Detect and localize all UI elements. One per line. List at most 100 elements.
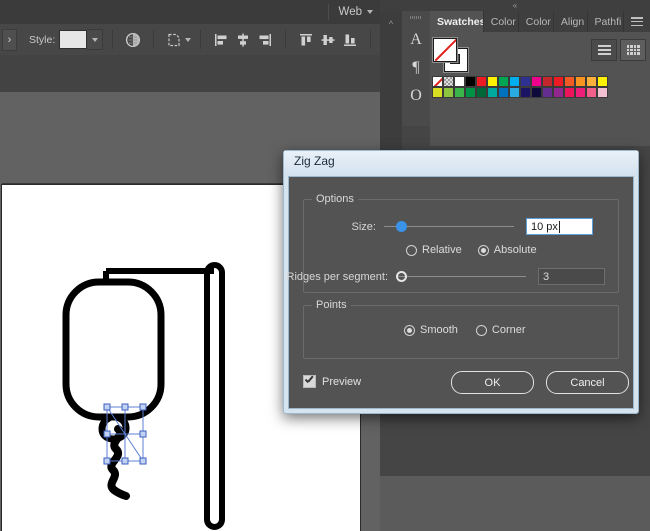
swatch-color[interactable] [597, 76, 608, 87]
swatches-panel-menu-button[interactable] [624, 11, 650, 32]
align-center-vertical-icon[interactable] [317, 30, 339, 50]
swatch-row [432, 76, 648, 87]
radio-selected-icon [478, 245, 489, 256]
panel-grip[interactable] [410, 16, 422, 19]
smooth-radio[interactable]: Smooth [404, 324, 458, 336]
swatch-color[interactable] [542, 87, 553, 98]
list-view-icon[interactable] [591, 39, 617, 61]
document-setup-control[interactable] [157, 24, 197, 55]
swatch-color[interactable] [454, 87, 465, 98]
size-slider-knob[interactable] [396, 221, 407, 232]
opentype-panel-icon[interactable]: O [410, 87, 422, 105]
paragraph-panel-icon[interactable]: ¶ [412, 59, 419, 77]
swatch-color[interactable] [564, 76, 575, 87]
tab-pathfinder[interactable]: Pathfi [588, 11, 624, 32]
align-left-icon[interactable] [210, 30, 232, 50]
ridges-row: Ridges per segment: 3 [304, 268, 616, 285]
tab-color-guide[interactable]: Color [519, 11, 554, 32]
ridges-slider[interactable] [396, 270, 526, 284]
align-bottom-icon[interactable] [339, 30, 361, 50]
swatches-panel-body [430, 32, 650, 146]
size-slider[interactable] [384, 220, 514, 234]
fill-swatch[interactable] [433, 38, 457, 62]
swatch-color[interactable] [509, 87, 520, 98]
opacity-icon[interactable] [122, 30, 144, 50]
swatch-color[interactable] [575, 76, 586, 87]
swatch-color[interactable] [454, 76, 465, 87]
preview-label: Preview [322, 376, 361, 388]
swatch-color[interactable] [476, 76, 487, 87]
swatch-color[interactable] [531, 87, 542, 98]
type-panel-rail: A ¶ O [402, 11, 430, 126]
panel-menu-icon [631, 17, 643, 26]
artboard-icon[interactable] [163, 30, 185, 50]
ok-button[interactable]: OK [451, 371, 534, 394]
artboard-chevron-down-icon[interactable] [185, 38, 191, 42]
size-input[interactable]: 10 px [526, 218, 593, 235]
tab-align[interactable]: Align [554, 11, 588, 32]
swatch-color[interactable] [487, 87, 498, 98]
swatch-color[interactable] [553, 87, 564, 98]
swatch-color[interactable] [531, 76, 542, 87]
workspace-switcher[interactable]: Web [335, 4, 377, 20]
style-swatch-preview[interactable] [59, 30, 87, 49]
control-bar-expand[interactable]: › [0, 24, 23, 55]
swatch-color[interactable] [476, 87, 487, 98]
swatches-panel-tabs: Swatches Color Color Align Pathfi [430, 11, 650, 32]
style-chevron-down-icon[interactable] [87, 29, 103, 50]
corner-label: Corner [492, 324, 526, 336]
radio-icon [406, 245, 417, 256]
swatch-color[interactable] [575, 87, 586, 98]
opacity-control[interactable] [116, 24, 150, 55]
swatch-color[interactable] [432, 87, 443, 98]
cancel-button[interactable]: Cancel [546, 371, 629, 394]
ridges-slider-knob[interactable] [396, 271, 407, 282]
swatch-color[interactable] [520, 87, 531, 98]
swatch-color[interactable] [443, 87, 454, 98]
swatch-color[interactable] [542, 76, 553, 87]
align-center-horizontal-icon[interactable] [232, 30, 254, 50]
swatch-color[interactable] [586, 87, 597, 98]
swatch-color[interactable] [553, 76, 564, 87]
swatch-color[interactable] [487, 76, 498, 87]
graphic-style-control[interactable]: Style: [23, 24, 109, 55]
control-divider-2 [153, 30, 154, 49]
options-group-label: Options [312, 193, 358, 205]
size-mode-radio-group: Relative Absolute [406, 244, 537, 256]
swatch-color[interactable] [498, 87, 509, 98]
tab-color[interactable]: Color [484, 11, 519, 32]
absolute-label: Absolute [494, 244, 537, 256]
expand-panels-chevron-icon[interactable]: ^ [389, 19, 393, 29]
character-panel-icon[interactable]: A [410, 31, 422, 49]
preview-checkbox[interactable]: Preview [303, 375, 361, 388]
swatch-color[interactable] [564, 87, 575, 98]
swatch-view-buttons [591, 39, 646, 61]
absolute-radio[interactable]: Absolute [478, 244, 537, 256]
align-top-icon[interactable] [295, 30, 317, 50]
dock-collapse-button[interactable]: « [380, 0, 650, 11]
swatch-none[interactable] [432, 76, 443, 87]
swatch-registration[interactable] [443, 76, 454, 87]
swatch-color[interactable] [465, 76, 476, 87]
align-right-icon[interactable] [254, 30, 276, 50]
corner-radio[interactable]: Corner [476, 324, 526, 336]
ridges-input[interactable]: 3 [538, 268, 605, 285]
points-group: Points Smooth Corner [303, 305, 619, 359]
radio-icon [476, 325, 487, 336]
points-radio-group: Smooth Corner [404, 324, 526, 336]
ridges-input-value: 3 [543, 271, 549, 283]
fill-stroke-indicator[interactable] [433, 38, 467, 70]
size-row: Size: 10 px [304, 218, 616, 235]
swatch-color[interactable] [465, 87, 476, 98]
swatch-color[interactable] [498, 76, 509, 87]
swatch-color[interactable] [586, 76, 597, 87]
control-divider-1 [112, 30, 113, 49]
swatch-grid[interactable] [432, 76, 648, 98]
swatch-color[interactable] [597, 87, 608, 98]
swatch-color[interactable] [520, 76, 531, 87]
grid-view-icon[interactable] [620, 39, 646, 61]
ridges-slider-track [396, 276, 526, 277]
swatch-color[interactable] [509, 76, 520, 87]
tab-swatches[interactable]: Swatches [430, 11, 484, 32]
relative-radio[interactable]: Relative [406, 244, 462, 256]
